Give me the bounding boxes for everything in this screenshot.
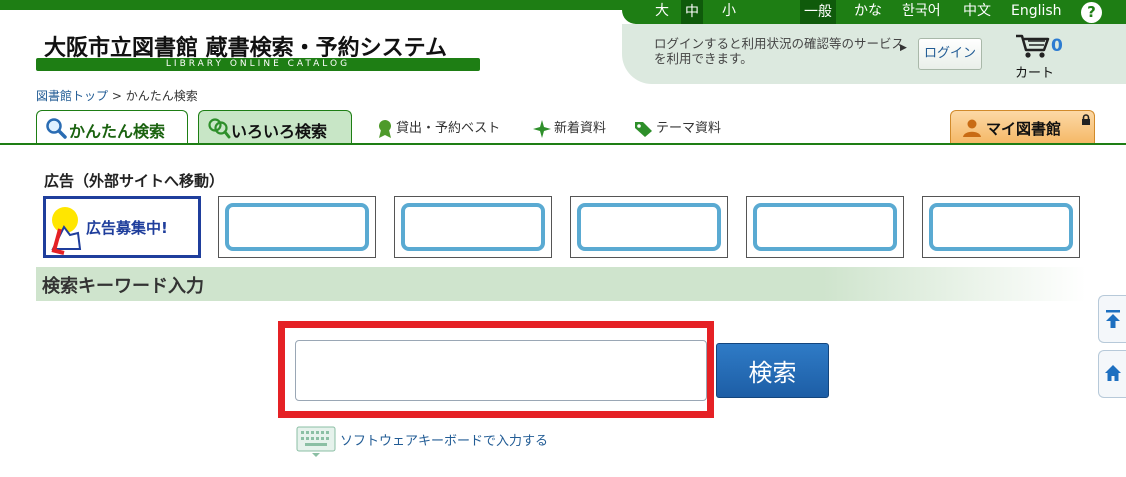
tab-easy-search-label: かんたん検索	[69, 122, 166, 141]
tab-various-search[interactable]: いろいろ検索	[198, 110, 352, 144]
font-size-medium[interactable]: 中	[681, 0, 703, 24]
nav-new-link[interactable]: 新着資料	[532, 117, 606, 139]
login-panel: ログインすると利用状況の確認等のサービスを利用できます。 ▶ ログイン 0 カー…	[622, 24, 1126, 84]
ad-recruit-banner[interactable]: 広告募集中!	[43, 196, 201, 258]
cart-icon[interactable]	[1014, 32, 1054, 60]
home-icon	[1105, 365, 1121, 381]
home-button[interactable]	[1098, 350, 1126, 398]
ad-slot-3[interactable]	[394, 196, 552, 258]
magnifier-icon	[46, 118, 67, 139]
my-library-button[interactable]: マイ図書館	[950, 110, 1095, 144]
login-message: ログインすると利用状況の確認等のサービスを利用できます。	[654, 36, 905, 66]
ad-slot-4[interactable]	[570, 196, 728, 258]
breadcrumb: 図書館トップ > かんたん検索	[36, 87, 198, 104]
keyboard-icon	[296, 426, 336, 457]
nav-best-link[interactable]: 貸出・予約ベスト	[376, 117, 500, 139]
lock-icon	[1082, 114, 1090, 125]
breadcrumb-current: かんたん検索	[125, 89, 198, 103]
multi-magnifier-icon	[208, 118, 231, 139]
ad-slot-frame	[753, 203, 897, 251]
arrow-up-to-top-icon	[1106, 310, 1120, 328]
ad-slot-frame	[577, 203, 721, 251]
login-button[interactable]: ログイン	[918, 38, 982, 70]
ad-shape-icon	[51, 225, 82, 255]
tag-icon	[635, 121, 652, 137]
language-kana[interactable]: かな	[854, 3, 882, 20]
search-section-title: 検索キーワード入力	[42, 276, 204, 297]
my-library-label: マイ図書館	[986, 120, 1062, 138]
person-icon	[963, 119, 981, 137]
logo-subtitle: LIBRARY ONLINE CATALOG	[165, 59, 351, 69]
nav-theme-link[interactable]: テーマ資料	[634, 117, 721, 138]
sparkle-icon	[533, 119, 551, 138]
cart-label[interactable]: カート	[1015, 62, 1054, 81]
ad-slot-6[interactable]	[922, 196, 1080, 258]
language-korean[interactable]: 한국어	[902, 3, 941, 20]
nav-new-label: 新着資料	[554, 121, 607, 136]
tab-easy-search[interactable]: かんたん検索	[36, 110, 188, 145]
ads-title: 広告（外部サイトへ移動）	[44, 172, 225, 190]
scroll-top-button[interactable]	[1098, 295, 1126, 343]
ad-slot-frame	[225, 203, 369, 251]
language-general[interactable]: 一般	[800, 0, 836, 24]
nav-theme-label: テーマ資料	[656, 121, 722, 136]
breadcrumb-separator: >	[111, 89, 122, 103]
search-button[interactable]: 検索	[716, 343, 829, 398]
nav-best-label: 貸出・予約ベスト	[396, 121, 501, 136]
font-size-small[interactable]: 小	[722, 3, 736, 20]
soft-keyboard-label: ソフトウェアキーボードで入力する	[340, 434, 549, 449]
ad-recruit-text: 広告募集中!	[86, 219, 168, 237]
language-english[interactable]: English	[1011, 3, 1062, 20]
tab-various-search-label: いろいろ検索	[231, 122, 328, 141]
top-utility-bar: 大 中 小 一般 かな 한국어 中文 English	[622, 0, 1126, 24]
search-input[interactable]	[295, 340, 707, 401]
language-chinese[interactable]: 中文	[963, 3, 991, 20]
ad-slot-2[interactable]	[218, 196, 376, 258]
ad-slot-frame	[401, 203, 545, 251]
font-size-large[interactable]: 大	[655, 3, 669, 20]
help-icon[interactable]: ?	[1081, 2, 1102, 23]
ad-slot-frame	[929, 203, 1073, 251]
ad-slot-5[interactable]	[746, 196, 904, 258]
cart-count: 0	[1051, 36, 1063, 56]
arrow-right-icon: ▶	[900, 43, 907, 53]
medal-icon	[379, 119, 391, 138]
search-section-header: 検索キーワード入力	[36, 267, 1086, 301]
tab-underline	[0, 143, 1126, 145]
breadcrumb-home-link[interactable]: 図書館トップ	[36, 89, 108, 103]
